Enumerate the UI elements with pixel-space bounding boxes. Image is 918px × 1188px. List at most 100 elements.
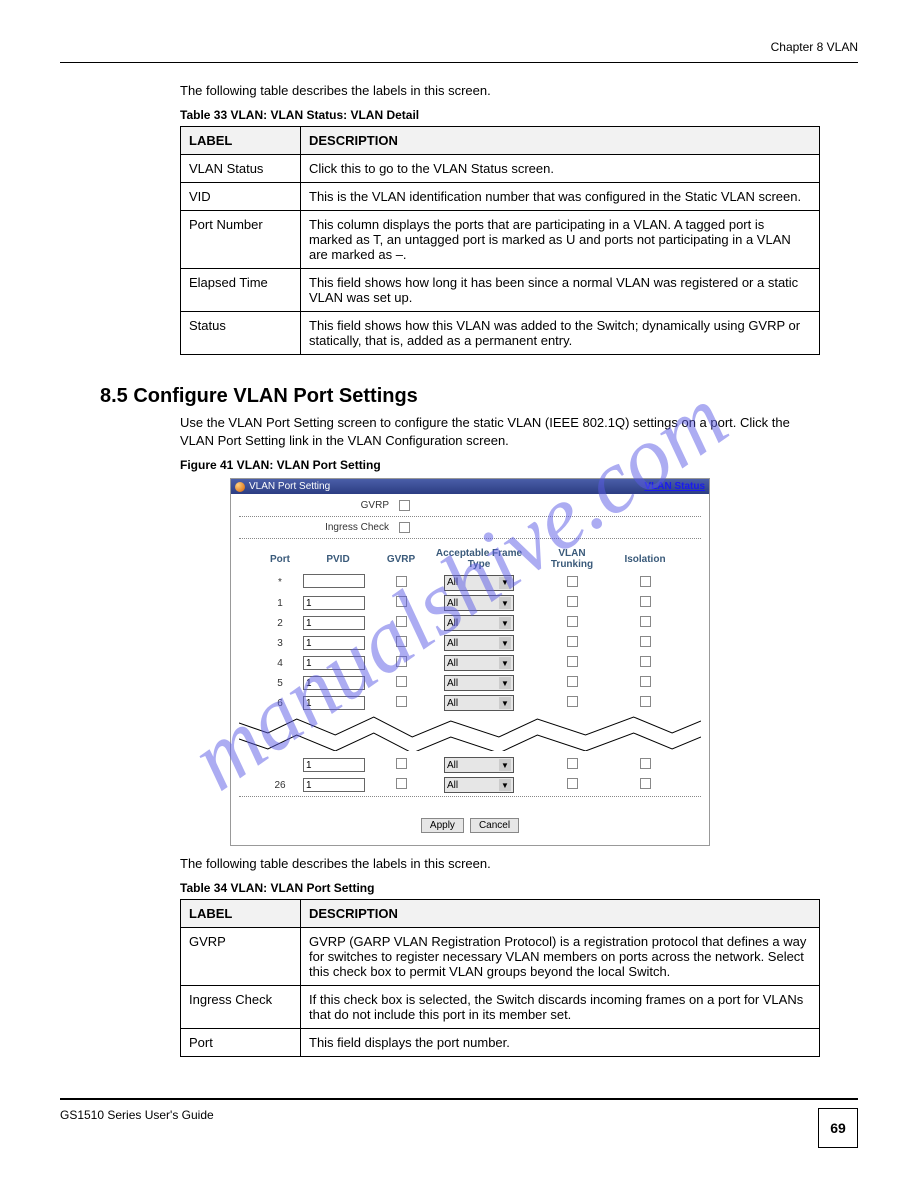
aft-value: All [447,760,458,771]
cancel-button[interactable]: Cancel [470,818,519,833]
port-num: 4 [265,658,295,669]
torn-edge-icon [239,711,701,751]
page-number: 69 [818,1108,858,1148]
t33-r3-label: Elapsed Time [181,269,301,312]
gvrp-checkbox[interactable] [396,616,407,627]
ingress-check-label: Ingress Check [239,522,389,533]
chevron-down-icon: ▼ [499,697,511,709]
vlan-status-link[interactable]: VLAN Status [644,481,705,492]
vlan-trunking-checkbox[interactable] [567,676,578,687]
table34-header-label: LABEL [181,900,301,928]
vlan-trunking-checkbox[interactable] [567,616,578,627]
isolation-checkbox[interactable] [640,656,651,667]
page-footer: GS1510 Series User's Guide 69 [60,1098,858,1148]
isolation-checkbox[interactable] [640,636,651,647]
header-rule [60,62,858,63]
aft-select[interactable]: All ▼ [444,757,514,773]
table34-header-desc: DESCRIPTION [301,900,820,928]
vlan-trunking-checkbox[interactable] [567,636,578,647]
gvrp-global-checkbox[interactable] [399,500,410,511]
table33-caption: Table 33 VLAN: VLAN Status: VLAN Detail [180,108,858,122]
chevron-down-icon: ▼ [499,657,511,669]
gvrp-checkbox[interactable] [396,676,407,687]
isolation-checkbox[interactable] [640,676,651,687]
isolation-checkbox[interactable] [640,758,651,769]
col-isolation: Isolation [615,554,675,565]
t33-r0-desc: Click this to go to the VLAN Status scre… [301,155,820,183]
pvid-input[interactable]: 1 [303,676,365,690]
pvid-input[interactable]: 1 [303,656,365,670]
port-num: 2 [265,618,295,629]
gvrp-checkbox[interactable] [396,778,407,789]
pvid-input[interactable]: 1 [303,636,365,650]
gvrp-checkbox[interactable] [396,696,407,707]
isolation-checkbox[interactable] [640,696,651,707]
pvid-input[interactable] [303,574,365,588]
isolation-checkbox[interactable] [640,576,651,587]
chevron-down-icon: ▼ [499,597,511,609]
isolation-checkbox[interactable] [640,778,651,789]
aft-select[interactable]: All▼ [444,615,514,631]
chevron-down-icon: ▼ [499,617,511,629]
aft-select[interactable]: All▼ [444,575,514,591]
figure41-caption: Figure 41 VLAN: VLAN Port Setting [180,458,858,472]
chevron-down-icon: ▼ [499,759,511,771]
apply-button[interactable]: Apply [421,818,464,833]
aft-select[interactable]: All▼ [444,695,514,711]
col-vlan-trunking: VLAN Trunking [537,548,607,570]
separator [239,516,701,517]
isolation-checkbox[interactable] [640,596,651,607]
aft-value: All [447,678,458,689]
section-heading: 8.5 Configure VLAN Port Settings [100,385,858,408]
gvrp-checkbox[interactable] [396,758,407,769]
port-settings-grid-bottom: 1 All▼ 26 1 All▼ [239,751,701,793]
t34-r0-desc: GVRP (GARP VLAN Registration Protocol) i… [301,928,820,986]
t33-r4-label: Status [181,312,301,355]
vlan-trunking-checkbox[interactable] [567,576,578,587]
gvrp-checkbox[interactable] [396,636,407,647]
vlan-trunking-checkbox[interactable] [567,778,578,789]
ingress-check-checkbox[interactable] [399,522,410,533]
port-num: 1 [265,598,295,609]
separator [239,796,701,797]
table33-header-desc: DESCRIPTION [301,127,820,155]
table33-header-label: LABEL [181,127,301,155]
chevron-down-icon: ▼ [499,779,511,791]
chapter-header: Chapter 8 VLAN [60,40,858,54]
screenshot-titlebar: VLAN Port Setting VLAN Status [231,479,709,494]
pvid-input[interactable]: 1 [303,596,365,610]
gvrp-checkbox[interactable] [396,596,407,607]
aft-value: All [447,658,458,669]
port-settings-grid: Port PVID GVRP Acceptable Frame Type VLA… [239,542,701,711]
aft-select[interactable]: All▼ [444,595,514,611]
t33-r3-desc: This field shows how long it has been si… [301,269,820,312]
port-num: 6 [265,698,295,709]
chevron-down-icon: ▼ [499,677,511,689]
vlan-trunking-checkbox[interactable] [567,656,578,667]
gvrp-checkbox[interactable] [396,576,407,587]
aft-select[interactable]: All▼ [444,777,514,793]
gvrp-checkbox[interactable] [396,656,407,667]
aft-select[interactable]: All▼ [444,635,514,651]
isolation-checkbox[interactable] [640,616,651,627]
t33-r2-label: Port Number [181,211,301,269]
vlan-trunking-checkbox[interactable] [567,596,578,607]
pvid-input[interactable]: 1 [303,696,365,710]
titlebar-orb-icon [235,482,245,492]
t34-r2-desc: This field displays the port number. [301,1029,820,1057]
t34-r1-desc: If this check box is selected, the Switc… [301,986,820,1029]
col-pvid: PVID [303,554,373,565]
pvid-input[interactable]: 1 [303,616,365,630]
col-gvrp: GVRP [381,554,421,565]
aft-select[interactable]: All ▼ [444,655,514,671]
gvrp-global-label: GVRP [239,500,389,511]
pvid-input[interactable]: 1 [303,778,365,792]
vlan-trunking-checkbox[interactable] [567,758,578,769]
vlan-trunking-checkbox[interactable] [567,696,578,707]
t34-r1-label: Ingress Check [181,986,301,1029]
table34: LABEL DESCRIPTION GVRPGVRP (GARP VLAN Re… [180,899,820,1057]
table34-caption: Table 34 VLAN: VLAN Port Setting [180,881,858,895]
intro-paragraph: The following table describes the labels… [180,83,858,98]
pvid-input[interactable]: 1 [303,758,365,772]
aft-select[interactable]: All ▼ [444,675,514,691]
